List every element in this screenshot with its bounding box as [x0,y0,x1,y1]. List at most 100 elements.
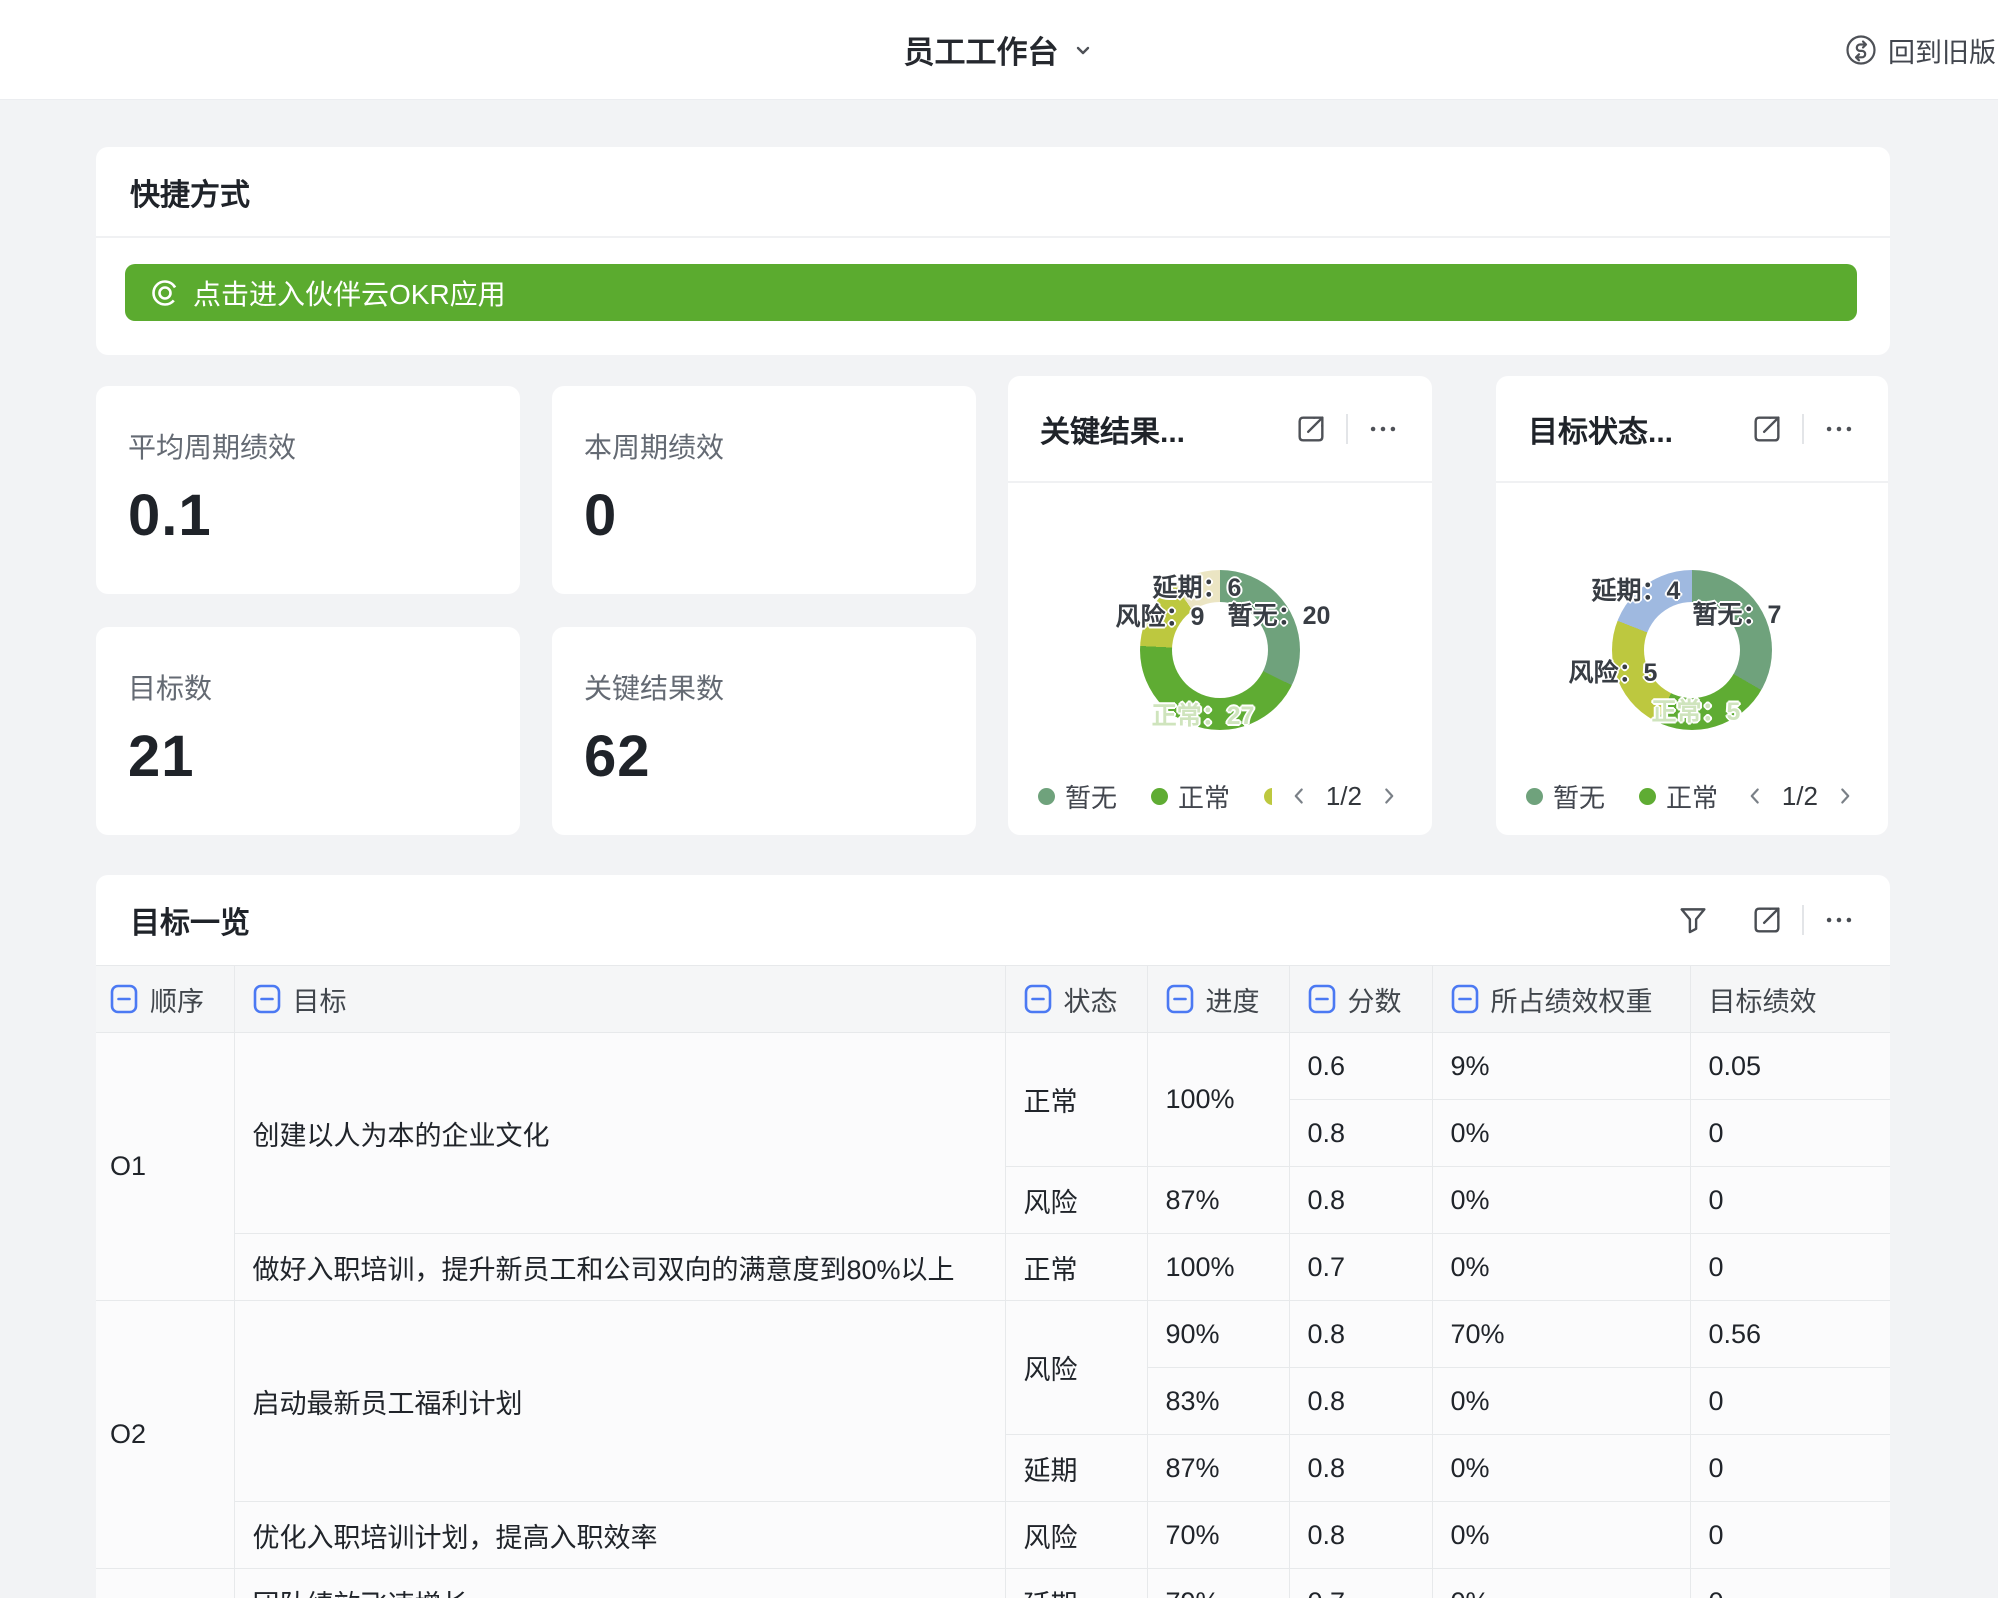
pager-next-icon[interactable] [1376,783,1402,809]
chart-legend: 暂无 正常 1/2 [1038,778,1402,814]
perf-cell: 0 [1690,1435,1890,1502]
chart-card-header: 关键结果... [1008,376,1432,483]
seq-cell: O1 [96,1033,234,1301]
open-in-new-icon[interactable] [1750,903,1784,937]
pager-next-icon[interactable] [1832,783,1858,809]
progress-cell: 100% [1147,1234,1289,1301]
target-icon [149,277,181,309]
collapse-column-icon[interactable] [1166,984,1194,1014]
stat-value: 0 [584,482,944,549]
stat-label: 本周期绩效 [584,426,944,466]
stat-card-key-result-count: 关键结果数 62 [552,627,976,835]
progress-cell: 79% [1147,1569,1289,1598]
weight-cell: 0% [1432,1368,1690,1435]
open-okr-app-label: 点击进入伙伴云OKR应用 [193,273,506,313]
chart-card-header: 目标状态... [1496,376,1888,483]
pager-prev-icon[interactable] [1742,783,1768,809]
donut-callout-none: 暂无：7 [1693,595,1782,631]
legend-dot [1526,788,1543,805]
status-cell: 风险 [1005,1167,1147,1234]
chart-card-title: 关键结果... [1040,407,1185,451]
collapse-column-icon[interactable] [1308,984,1336,1014]
divider [1802,905,1804,935]
col-header-objective: 目标 [234,966,1005,1033]
col-header-progress: 进度 [1147,966,1289,1033]
legend-pager: 1/2 [1742,781,1858,812]
status-cell: 风险 [1005,1301,1147,1435]
legend-item-normal[interactable]: 正常 [1151,778,1230,815]
chevron-down-icon [1071,38,1095,62]
legend-pager: 1/2 [1286,781,1402,812]
legend-item-risk-clipped[interactable] [1264,788,1272,805]
divider [1346,414,1348,444]
objective-status-chart-card: 目标状态... 延期：4 暂无：7 风险：5 正常：5 暂无 [1496,376,1888,835]
donut-callout-normal: 正常：5 [1652,692,1741,728]
more-icon[interactable] [1822,412,1856,446]
stat-value: 0.1 [128,482,488,549]
progress-cell: 87% [1147,1435,1289,1502]
collapse-column-icon[interactable] [253,984,281,1014]
status-cell: 延期 [1005,1569,1147,1598]
score-cell: 0.8 [1289,1167,1432,1234]
pager-label: 1/2 [1326,781,1362,812]
more-icon[interactable] [1366,412,1400,446]
donut-callout-delayed: 延期：4 [1592,571,1681,607]
shortcut-card: 快捷方式 点击进入伙伴云OKR应用 [96,147,1890,355]
legend-item-none[interactable]: 暂无 [1038,778,1117,815]
table-row: 做好入职培训，提升新员工和公司双向的满意度到80%以上 正常 100% 0.7 … [96,1234,1890,1301]
seq-cell: O2 [96,1301,234,1569]
score-cell: 0.8 [1289,1301,1432,1368]
objective-cell: 启动最新员工福利计划 [234,1301,1005,1502]
score-cell: 0.7 [1289,1569,1432,1598]
legend-dot [1639,788,1656,805]
open-in-new-icon[interactable] [1750,412,1784,446]
donut-callout-normal: 正常：27 [1152,696,1255,732]
chart-card-title: 目标状态... [1528,407,1673,451]
perf-cell: 0 [1690,1167,1890,1234]
top-bar: 员工工作台 回到旧版 [0,0,1998,100]
open-okr-app-button[interactable]: 点击进入伙伴云OKR应用 [125,264,1857,321]
collapse-column-icon[interactable] [1451,984,1479,1014]
pager-prev-icon[interactable] [1286,783,1312,809]
objective-list-card: 目标一览 顺序 [96,875,1890,1598]
col-header-score: 分数 [1289,966,1432,1033]
stat-value: 21 [128,723,488,790]
status-cell: 正常 [1005,1033,1147,1167]
legend-dot [1038,788,1055,805]
legend-item-none[interactable]: 暂无 [1526,778,1605,815]
table-row: 优化入职培训计划，提高入职效率 风险 70% 0.8 0% 0 [96,1502,1890,1569]
score-cell: 0.8 [1289,1502,1432,1569]
score-cell: 0.8 [1289,1368,1432,1435]
col-header-status: 状态 [1005,966,1147,1033]
objective-cell: 团队绩效飞速增长 [234,1569,1005,1598]
objective-cell: 优化入职培训计划，提高入职效率 [234,1502,1005,1569]
workspace-switcher[interactable]: 员工工作台 [904,27,1095,72]
open-in-new-icon[interactable] [1294,412,1328,446]
more-icon[interactable] [1822,903,1856,937]
perf-cell: 0 [1690,1368,1890,1435]
perf-cell: 0 [1690,1234,1890,1301]
filter-icon[interactable] [1676,903,1710,937]
legend-item-normal[interactable]: 正常 [1639,778,1718,815]
donut-callout-none: 暂无：20 [1228,596,1331,632]
collapse-column-icon[interactable] [1024,984,1052,1014]
status-cell: 正常 [1005,1234,1147,1301]
pager-label: 1/2 [1782,781,1818,812]
objective-list-header: 目标一览 [96,875,1890,965]
weight-cell: 9% [1432,1033,1690,1100]
perf-cell: 0.56 [1690,1301,1890,1368]
col-header-objective-perf: 目标绩效 [1690,966,1890,1033]
objective-cell: 做好入职培训，提升新员工和公司双向的满意度到80%以上 [234,1234,1005,1301]
score-cell: 0.8 [1289,1435,1432,1502]
back-to-old-version[interactable]: 回到旧版 [1844,0,1996,100]
seq-cell [96,1569,234,1598]
perf-cell: 0.05 [1690,1033,1890,1100]
donut-callout-risk: 风险：9 [1116,597,1205,633]
weight-cell: 0% [1432,1100,1690,1167]
progress-cell: 100% [1147,1033,1289,1167]
weight-cell: 70% [1432,1301,1690,1368]
back-to-old-label: 回到旧版 [1888,31,1996,70]
stat-label: 平均周期绩效 [128,426,488,466]
collapse-column-icon[interactable] [110,984,138,1014]
table-row: 团队绩效飞速增长 延期 79% 0.7 0% 0 [96,1569,1890,1598]
